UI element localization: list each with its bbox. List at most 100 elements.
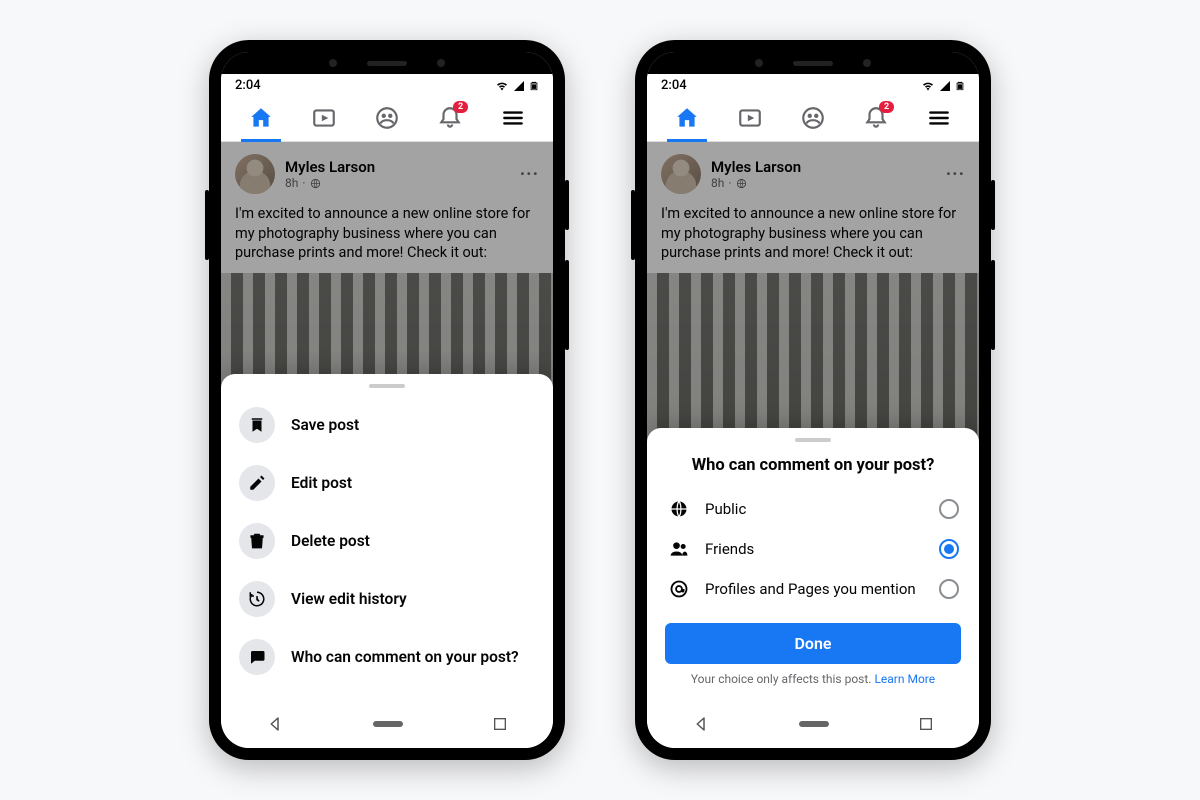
menu-view-history[interactable]: View edit history [221,570,553,628]
nav-back[interactable] [692,715,710,733]
tab-home[interactable] [667,105,707,141]
notification-badge: 2 [879,101,894,113]
post-more-button[interactable]: ··· [520,164,539,185]
menu-label: Who can comment on your post? [291,648,519,666]
radio-unselected[interactable] [939,579,959,599]
menu-label: Edit post [291,474,352,492]
option-mentions[interactable]: Profiles and Pages you mention [647,569,979,609]
post-author[interactable]: Myles Larson [711,158,801,176]
nav-home[interactable] [799,721,829,727]
globe-icon [310,178,321,189]
status-time: 2:04 [235,78,261,93]
tab-watch[interactable] [304,105,344,141]
post-header: Myles Larson 8h · ··· [647,142,979,200]
tab-menu[interactable] [493,105,533,141]
android-nav-bar [647,700,979,748]
feed-post-area: Myles Larson 8h · ··· I'm excited to ann… [221,142,553,700]
screen-right: 2:04 2 [647,52,979,748]
status-bar: 2:04 [647,74,979,95]
status-icons [495,79,539,93]
option-label: Public [705,500,925,518]
avatar[interactable] [235,154,275,194]
helper-text-label: Your choice only affects this post. [691,672,875,686]
post-text: I'm excited to announce a new online sto… [647,200,979,273]
option-friends[interactable]: Friends [647,529,979,569]
nav-recents[interactable] [492,716,508,732]
learn-more-link[interactable]: Learn More [874,672,935,686]
globe-icon [669,499,689,519]
top-tabs: 2 [647,95,979,142]
chat-icon [248,648,266,666]
option-label: Friends [705,540,925,558]
radio-unselected[interactable] [939,499,959,519]
done-button[interactable]: Done [665,623,961,664]
status-bar: 2:04 [221,74,553,95]
notification-badge: 2 [453,101,468,113]
android-nav-bar [221,700,553,748]
tab-groups[interactable] [367,105,407,141]
menu-delete-post[interactable]: Delete post [221,512,553,570]
nav-home[interactable] [373,721,403,727]
menu-edit-post[interactable]: Edit post [221,454,553,512]
menu-who-can-comment[interactable]: Who can comment on your post? [221,628,553,686]
nav-back[interactable] [266,715,284,733]
post-meta: 8h · [285,176,375,190]
sheet-handle[interactable] [369,384,405,388]
post-time: 8h [711,176,724,190]
helper-text: Your choice only affects this post. Lear… [647,670,979,686]
screen-left: 2:04 2 [221,52,553,748]
tab-menu[interactable] [919,105,959,141]
post-text: I'm excited to announce a new online sto… [221,200,553,273]
option-public[interactable]: Public [647,489,979,529]
tab-watch[interactable] [730,105,770,141]
feed-post-area: Myles Larson 8h · ··· I'm excited to ann… [647,142,979,700]
signal-icon [938,80,952,92]
battery-icon [955,79,965,93]
watch-icon [737,105,763,131]
option-label: Profiles and Pages you mention [705,580,925,598]
menu-label: Delete post [291,532,370,550]
post-header: Myles Larson 8h · ··· [221,142,553,200]
phone-mockup-right: 2:04 2 [635,40,991,760]
sheet-handle[interactable] [795,438,831,442]
groups-icon [374,105,400,131]
phone-mockup-left: 2:04 2 [209,40,565,760]
mention-icon [669,579,689,599]
status-time: 2:04 [661,78,687,93]
tab-groups[interactable] [793,105,833,141]
history-icon [248,590,266,608]
status-icons [921,79,965,93]
action-sheet-menu: Save post Edit post Delete post View edi… [221,374,553,700]
hamburger-icon [500,105,526,131]
phone-notch [647,52,979,74]
hamburger-icon [926,105,952,131]
watch-icon [311,105,337,131]
menu-label: View edit history [291,590,407,608]
post-author[interactable]: Myles Larson [285,158,375,176]
trash-icon [248,532,266,550]
avatar[interactable] [661,154,701,194]
sheet-title: Who can comment on your post? [647,450,979,489]
pencil-icon [248,474,266,492]
wifi-icon [495,80,509,92]
phone-notch [221,52,553,74]
wifi-icon [921,80,935,92]
globe-icon [736,178,747,189]
home-icon [674,105,700,131]
battery-icon [529,79,539,93]
post-more-button[interactable]: ··· [946,164,965,185]
top-tabs: 2 [221,95,553,142]
tab-notifications[interactable]: 2 [430,105,470,141]
radio-selected[interactable] [939,539,959,559]
groups-icon [800,105,826,131]
home-icon [248,105,274,131]
post-time: 8h [285,176,298,190]
menu-save-post[interactable]: Save post [221,396,553,454]
post-meta: 8h · [711,176,801,190]
tab-home[interactable] [241,105,281,141]
bookmark-icon [248,416,266,434]
nav-recents[interactable] [918,716,934,732]
tab-notifications[interactable]: 2 [856,105,896,141]
friends-icon [668,539,690,559]
signal-icon [512,80,526,92]
